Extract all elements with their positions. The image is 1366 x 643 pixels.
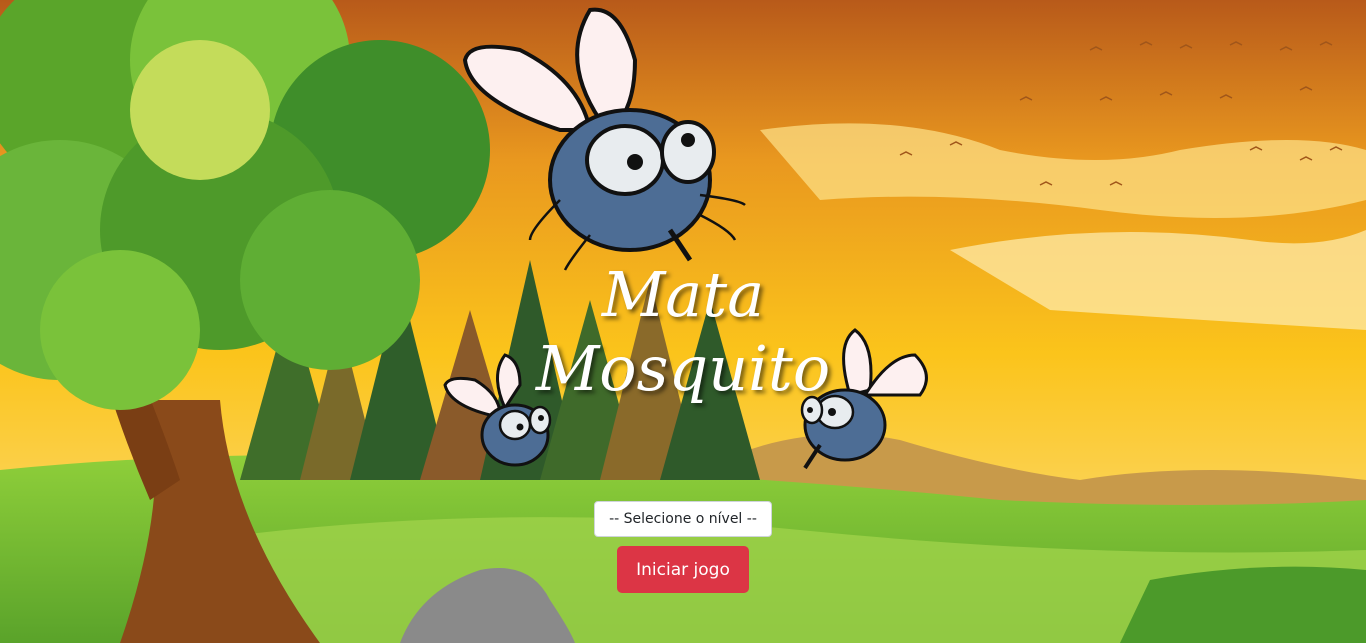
level-select[interactable]: -- Selecione o nível -- — [594, 501, 772, 537]
title-line-1: Mata — [601, 258, 765, 331]
title-line-2: Mosquito — [535, 332, 831, 405]
game-title: Mata Mosquito — [483, 258, 883, 406]
start-game-button[interactable]: Iniciar jogo — [617, 546, 749, 593]
